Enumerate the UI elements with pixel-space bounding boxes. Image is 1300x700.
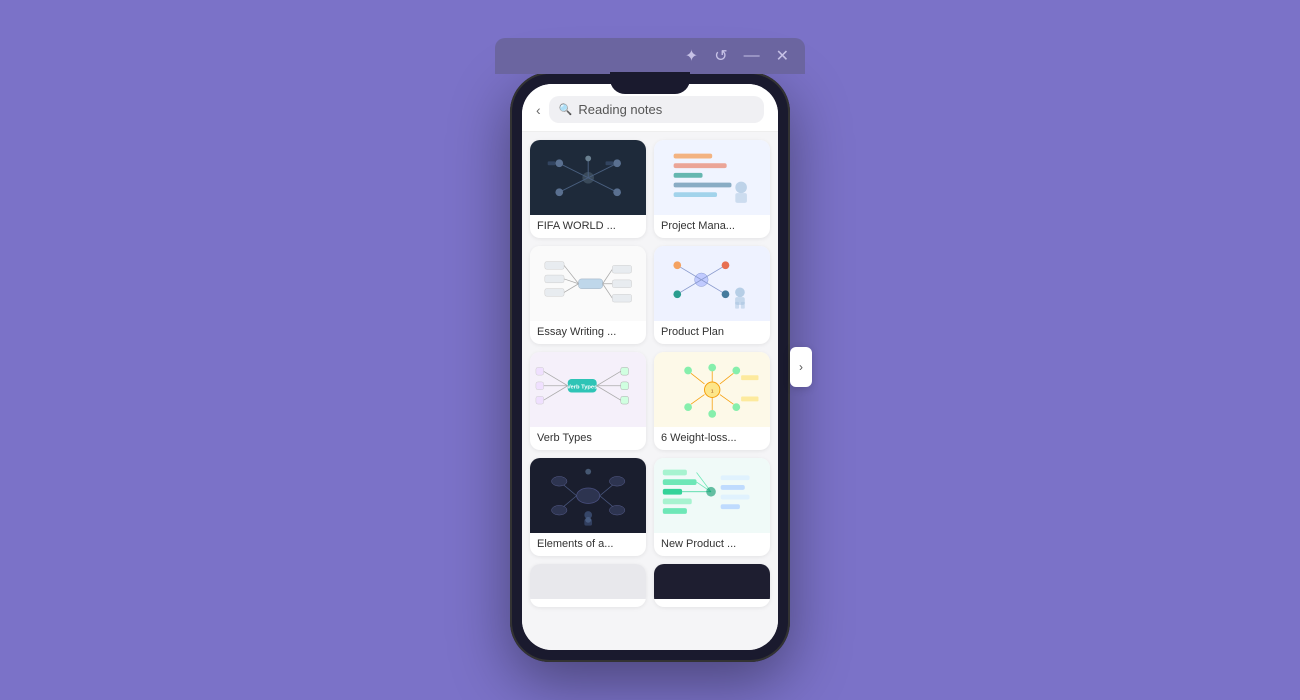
card-verb-types[interactable]: Verb Types [530,352,646,450]
card-label-essay: Essay Writing ... [530,321,646,344]
card-label-verb-types: Verb Types [530,427,646,450]
card-label-product-plan: Product Plan [654,321,770,344]
close-icon[interactable]: ✕ [776,46,789,66]
svg-text:1: 1 [711,388,714,394]
thumb-elements-of [530,458,646,533]
card-label-project: Project Mana... [654,215,770,238]
card-elements-of[interactable]: Elements of a... [530,458,646,556]
search-input[interactable]: Reading notes [578,102,662,117]
phone-frame: › ‹ 🔍 Reading notes [510,72,790,662]
thumb-essay-writing [530,246,646,321]
svg-text:Verb Types: Verb Types [567,385,597,391]
thumb-new-product [654,458,770,533]
card-fifa-world[interactable]: FIFA WORLD ... [530,140,646,238]
search-icon: 🔍 [559,103,573,116]
phone-notch [610,72,690,94]
history-icon[interactable]: ↺ [714,46,727,66]
grid-content[interactable]: FIFA WORLD ... [522,132,778,650]
card-essay-writing[interactable]: Essay Writing ... [530,246,646,344]
cards-grid: FIFA WORLD ... [530,140,770,556]
thumb-project-mana [654,140,770,215]
card-project-mana[interactable]: Project Mana... [654,140,770,238]
back-button[interactable]: ‹ [536,102,541,118]
card-label-fifa: FIFA WORLD ... [530,215,646,238]
star-icon[interactable]: ✦ [685,46,698,66]
phone-screen: ‹ 🔍 Reading notes [522,84,778,650]
card-product-plan[interactable]: Product Plan [654,246,770,344]
card-new-product[interactable]: New Product ... [654,458,770,556]
partial-card-2[interactable] [654,564,770,607]
thumb-fifa-world [530,140,646,215]
minimize-icon[interactable]: — [744,47,760,65]
thumb-weight-loss: 1 [654,352,770,427]
partial-card-1[interactable] [530,564,646,607]
scroll-right-arrow[interactable]: › [790,347,812,387]
card-label-elements-of: Elements of a... [530,533,646,556]
thumb-product-plan [654,246,770,321]
partial-cards-row [530,564,770,607]
window-bar: ✦ ↺ — ✕ [495,38,805,74]
window-container: ✦ ↺ — ✕ › ‹ 🔍 Reading notes [495,38,805,662]
card-label-new-product: New Product ... [654,533,770,556]
card-label-weight-loss: 6 Weight-loss... [654,427,770,450]
search-bar[interactable]: 🔍 Reading notes [549,96,764,123]
card-weight-loss[interactable]: 1 [654,352,770,450]
thumb-verb-types: Verb Types [530,352,646,427]
